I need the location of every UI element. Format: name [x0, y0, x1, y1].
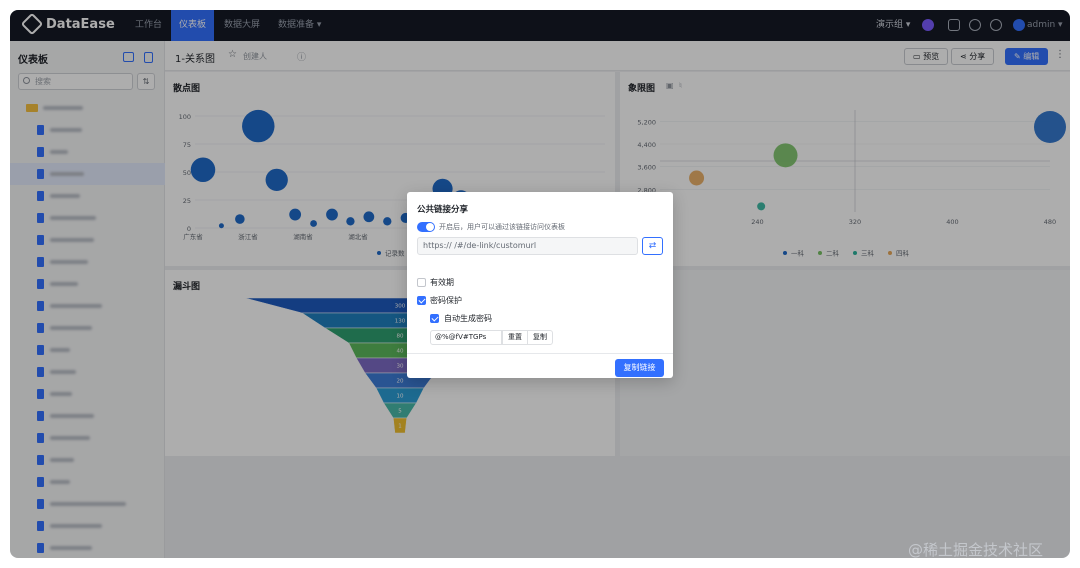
- copy-password-button[interactable]: 复制: [527, 330, 553, 345]
- password-field[interactable]: @%@fV#TGPs: [430, 330, 502, 345]
- expiry-label: 有效期: [430, 278, 454, 287]
- password-label: 密码保护: [430, 296, 462, 305]
- public-link-dialog: 公共链接分享 开启后，用户可以通过该链接访问仪表板 https:// /#/de…: [407, 192, 673, 378]
- custom-url-button[interactable]: ⇄: [642, 237, 663, 255]
- share-url-field[interactable]: https:// /#/de-link/customurl: [417, 237, 638, 255]
- switch-label: 开启后，用户可以通过该链接访问仪表板: [439, 223, 565, 231]
- copy-link-button[interactable]: 复制链接: [615, 359, 664, 377]
- swap-icon: ⇄: [648, 241, 657, 251]
- dialog-title: 公共链接分享: [417, 205, 469, 215]
- auto-password-label: 自动生成密码: [444, 314, 492, 323]
- watermark: @稀土掘金技术社区: [908, 541, 1044, 559]
- reset-password-button[interactable]: 重置: [502, 330, 528, 345]
- auto-password-checkbox[interactable]: [430, 314, 439, 323]
- expiry-checkbox[interactable]: [417, 278, 426, 287]
- password-checkbox[interactable]: [417, 296, 426, 305]
- app-window: DataEase 工作台 仪表板 数据大屏 数据准备 ▾ 演示组 ▾ admin…: [10, 10, 1070, 558]
- public-link-switch[interactable]: [417, 222, 435, 232]
- dialog-divider: [407, 353, 673, 354]
